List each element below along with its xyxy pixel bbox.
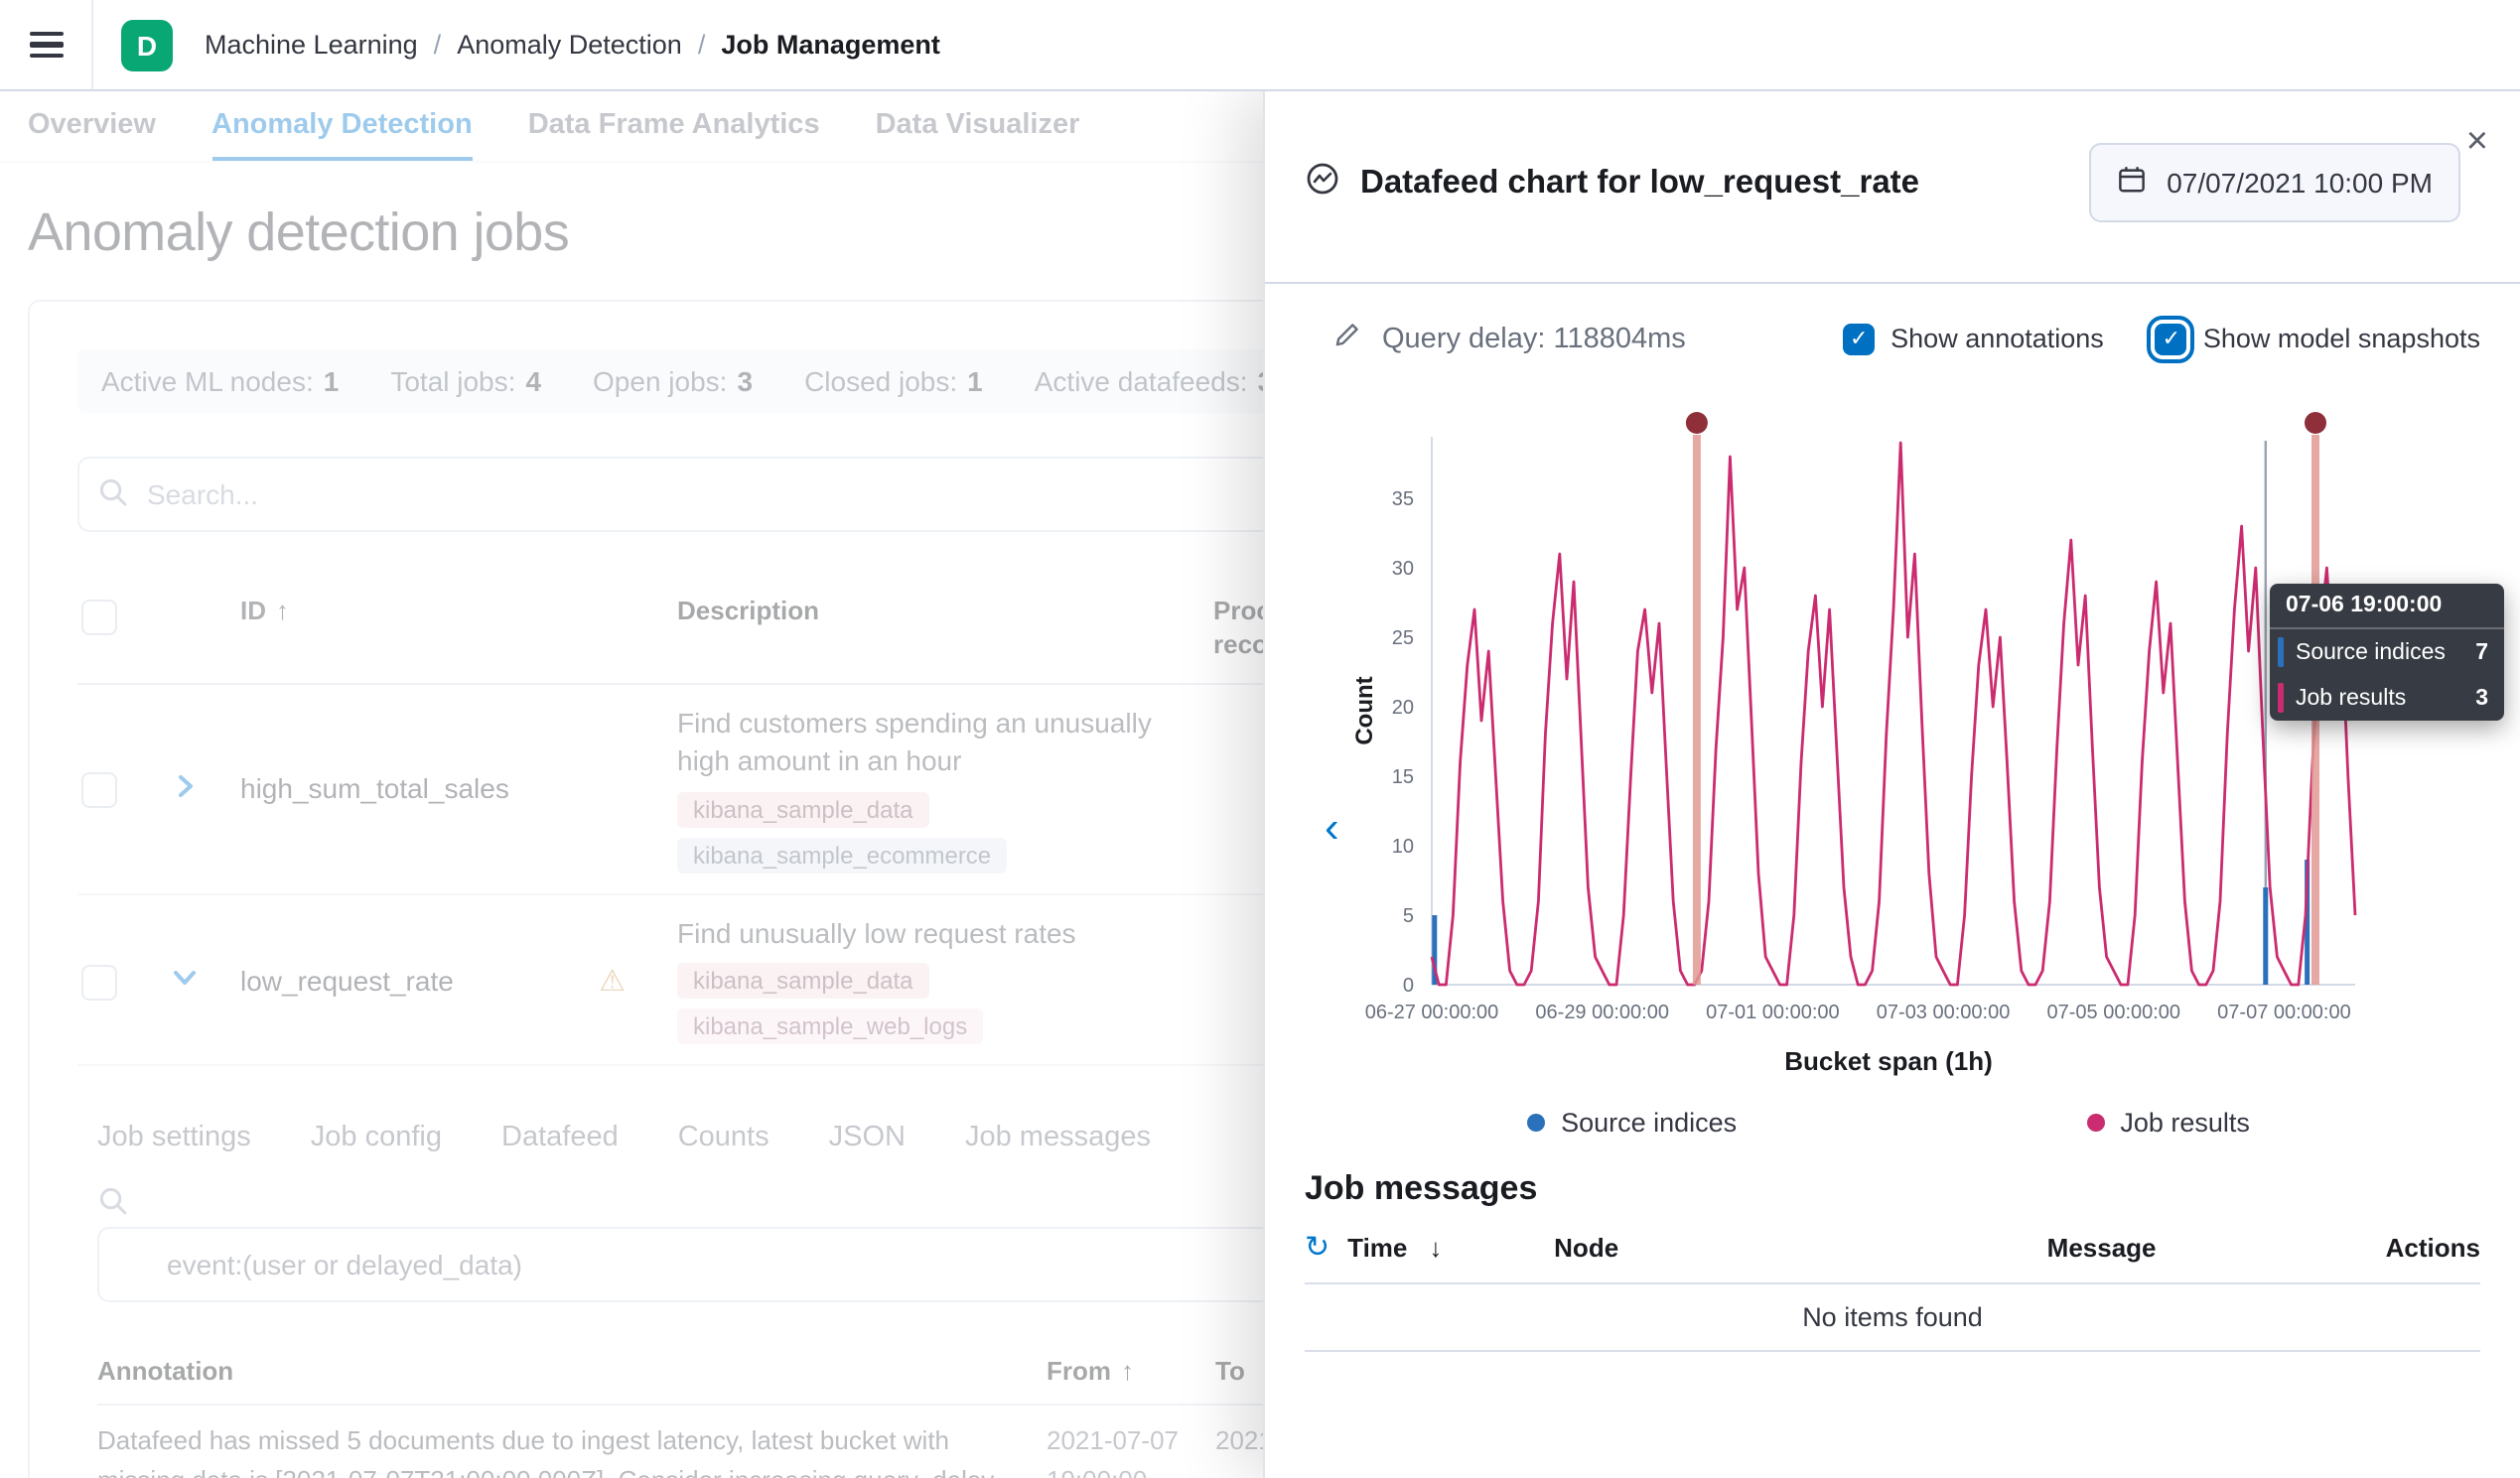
checkbox-checked-icon: ✓ <box>2156 323 2187 354</box>
series-color-bar <box>2278 637 2284 667</box>
datafeed-chart-icon <box>1305 160 1340 205</box>
breadcrumb: Machine Learning / Anomaly Detection / J… <box>205 30 940 60</box>
top-header: D Machine Learning / Anomaly Detection /… <box>0 0 2520 91</box>
svg-text:10: 10 <box>1392 836 1414 858</box>
show-annotations-checkbox[interactable]: ✓ Show annotations <box>1843 323 2104 354</box>
svg-text:07-03 00:00:00: 07-03 00:00:00 <box>1877 1002 2011 1023</box>
svg-text:06-27 00:00:00: 06-27 00:00:00 <box>1365 1002 1499 1023</box>
flyout-title: Datafeed chart for low_request_rate <box>1360 164 1919 202</box>
tooltip-row: Job results 3 <box>2270 675 2504 721</box>
breadcrumb-job-management: Job Management <box>721 30 940 60</box>
datepicker-value: 07/07/2021 10:00 PM <box>2167 167 2433 199</box>
svg-text:0: 0 <box>1403 975 1414 997</box>
svg-text:15: 15 <box>1392 766 1414 788</box>
checkbox-checked-icon: ✓ <box>1843 323 1875 354</box>
legend-source-indices[interactable]: Source indices <box>1527 1108 1737 1138</box>
datafeed-chart: 0 5 10 15 20 25 30 35 06-27 00:00:00 06-29 00:00:… <box>1352 405 2520 1138</box>
legend-job-results[interactable]: Job results <box>2086 1108 2250 1138</box>
screen: D Machine Learning / Anomaly Detection /… <box>0 0 2520 1478</box>
query-delay: Query delay: 118804ms <box>1332 320 1686 357</box>
svg-text:07-07 00:00:00: 07-07 00:00:00 <box>2217 1002 2351 1023</box>
series-color-bar <box>2278 683 2284 713</box>
chart-legend: Source indices Job results <box>1352 1108 2425 1138</box>
close-icon[interactable]: × <box>2454 111 2500 173</box>
column-node[interactable]: Node <box>1554 1232 1882 1262</box>
breadcrumb-machine-learning[interactable]: Machine Learning <box>205 30 418 60</box>
job-messages-header: ↻ Time↓ Node Message Actions <box>1305 1229 2480 1284</box>
calendar-icon <box>2117 165 2147 201</box>
sort-desc-icon: ↓ <box>1429 1232 1442 1262</box>
edit-icon <box>1332 320 1362 357</box>
datafeed-chart-plot: 0 5 10 15 20 25 30 35 06-27 00:00:00 06-29 00:00:… <box>1352 405 2425 1032</box>
chevron-left-icon[interactable]: ‹ <box>1313 798 1351 858</box>
svg-text:07-01 00:00:00: 07-01 00:00:00 <box>1706 1002 1840 1023</box>
show-model-snapshots-checkbox[interactable]: ✓ Show model snapshots <box>2156 323 2480 354</box>
chart-tooltip: 07-06 19:00:00 Source indices 7 Job resu… <box>2270 584 2504 721</box>
chart-controls: Query delay: 118804ms ✓ Show annotations… <box>1265 284 2520 357</box>
query-delay-label: Query delay: 118804ms <box>1382 323 1686 354</box>
job-messages-section: Job messages ↻ Time↓ Node Message Action… <box>1265 1169 2520 1352</box>
tooltip-time: 07-06 19:00:00 <box>2270 584 2504 629</box>
datafeed-chart-flyout: × Datafeed chart for low_request_rate 07… <box>1263 91 2520 1478</box>
column-time[interactable]: Time↓ <box>1347 1232 1554 1262</box>
job-messages-title: Job messages <box>1305 1169 2480 1209</box>
legend-dot <box>1527 1114 1545 1132</box>
breadcrumb-separator: / <box>434 30 442 60</box>
svg-text:25: 25 <box>1392 627 1414 649</box>
svg-text:35: 35 <box>1392 488 1414 510</box>
flyout-header: Datafeed chart for low_request_rate 07/0… <box>1265 91 2520 282</box>
datepicker-button[interactable]: 07/07/2021 10:00 PM <box>2089 143 2460 222</box>
tooltip-row: Source indices 7 <box>2270 629 2504 675</box>
legend-dot <box>2086 1114 2104 1132</box>
svg-text:30: 30 <box>1392 558 1414 580</box>
breadcrumb-anomaly-detection[interactable]: Anomaly Detection <box>457 30 682 60</box>
svg-text:06-29 00:00:00: 06-29 00:00:00 <box>1535 1002 1669 1023</box>
breadcrumb-separator: / <box>698 30 706 60</box>
space-avatar[interactable]: D <box>121 19 173 70</box>
svg-text:5: 5 <box>1403 905 1414 927</box>
menu-icon[interactable] <box>0 0 93 89</box>
x-axis-label: Bucket span (1h) <box>1352 1046 2425 1076</box>
empty-table-message: No items found <box>1305 1284 2480 1352</box>
column-actions: Actions <box>2321 1232 2480 1262</box>
svg-text:07-05 00:00:00: 07-05 00:00:00 <box>2046 1002 2180 1023</box>
svg-text:Count: Count <box>1352 676 1378 744</box>
refresh-icon[interactable]: ↻ <box>1305 1229 1330 1265</box>
column-message[interactable]: Message <box>1882 1232 2321 1262</box>
svg-text:20: 20 <box>1392 697 1414 719</box>
